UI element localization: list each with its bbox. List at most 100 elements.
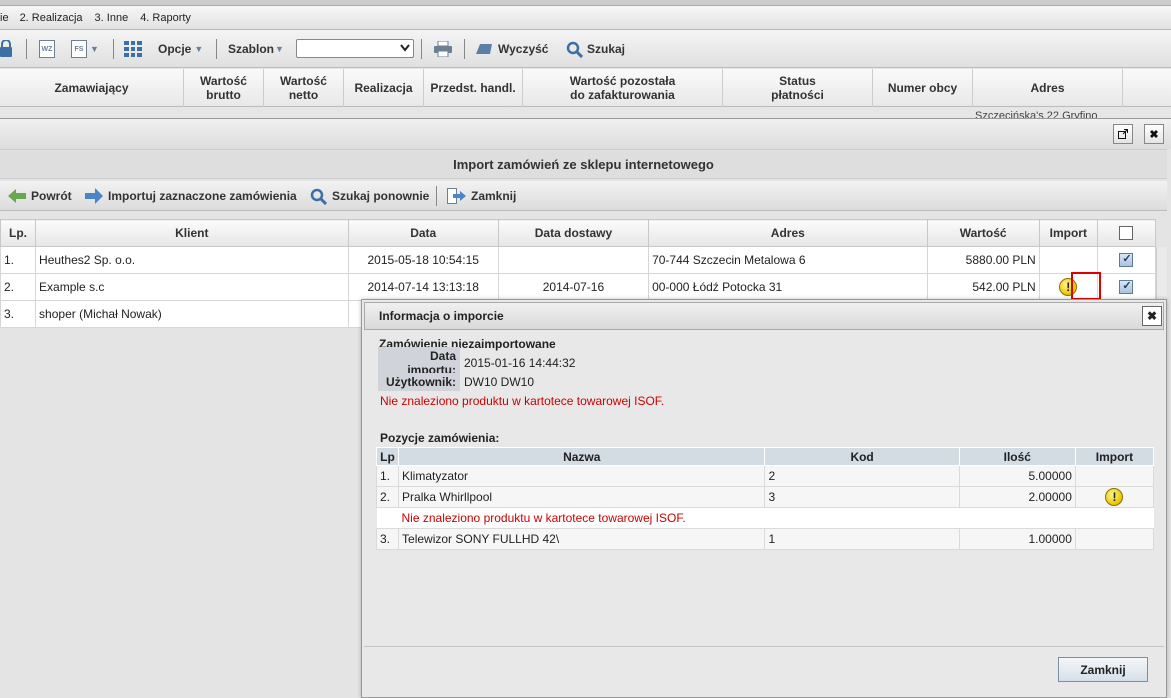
select-all-checkbox[interactable]	[1119, 226, 1134, 240]
dialog-close-action-button[interactable]: Zamknij	[1058, 657, 1148, 682]
menu-bar: ie 2. Realizacja 3. Inne 4. Raporty	[0, 6, 1171, 30]
szablon-label: Szablon	[228, 42, 275, 56]
menu-item-inne[interactable]: 3. Inne	[95, 12, 129, 24]
warning-icon[interactable]: !	[1105, 488, 1124, 506]
column-header-data-dostawy[interactable]: Data dostawy	[497, 219, 650, 247]
pos-header-import: Import	[1074, 447, 1155, 466]
column-header-numer-obcy[interactable]: Numer obcy	[873, 69, 973, 107]
column-header-realizacja[interactable]: Realizacja	[344, 69, 424, 107]
fs-document-button[interactable]: FS ▼	[71, 30, 99, 68]
pos-qty: 5.00000	[958, 465, 1076, 487]
pos-code: 1	[764, 528, 960, 550]
toolbar-separator	[464, 39, 465, 59]
select-all-cell	[1096, 219, 1157, 247]
dialog-close-button[interactable]: ✖	[1142, 306, 1162, 326]
search-label: Szukaj	[587, 42, 626, 56]
clear-button[interactable]: Wyczyść	[476, 30, 548, 68]
position-row: 2. Pralka Whirllpool 3 2.00000 !	[375, 486, 1155, 508]
import-date-value: 2015-01-16 14:44:32	[464, 356, 576, 370]
panel-titlebar: ✖	[0, 119, 1171, 149]
arrow-left-icon	[8, 189, 26, 203]
opcje-button[interactable]: Opcje ▼	[124, 30, 203, 68]
close-icon: ✖	[1146, 309, 1158, 323]
menu-item-raporty[interactable]: 4. Raporty	[140, 12, 191, 24]
row-lp: 2.	[0, 273, 37, 301]
column-header-import[interactable]: Import	[1038, 219, 1098, 247]
toolbar-separator	[113, 39, 114, 59]
orders-table-header: Zamawiający Wartość brutto Wartość netto…	[0, 69, 1171, 107]
pos-name: Telewizor SONY FULLHD 42\	[398, 528, 766, 550]
column-header-wartosc[interactable]: Wartość	[926, 219, 1040, 247]
szablon-button[interactable]: Szablon ▼	[228, 30, 284, 68]
row-lp: 3.	[0, 300, 37, 328]
import-selected-label: Importuj zaznaczone zamówienia	[108, 189, 297, 203]
panel-title: Import zamówień ze sklepu internetowego	[0, 149, 1167, 179]
row-address: 00-000 Łódź Potocka 31	[648, 273, 928, 301]
print-button[interactable]	[434, 30, 452, 68]
menu-item-realizacja[interactable]: 2. Realizacja	[20, 12, 83, 24]
position-row: 1. Klimatyzator 2 5.00000	[375, 465, 1155, 487]
user-value: DW10 DW10	[464, 375, 535, 389]
column-header-adres[interactable]: Adres	[973, 69, 1123, 107]
column-header-przedst-handl[interactable]: Przedst. handl.	[424, 69, 523, 107]
table-row[interactable]: 1. Heuthes2 Sp. o.o. 2015-05-18 10:54:15…	[0, 246, 1157, 274]
import-error-message: Nie znaleziono produktu w kartotece towa…	[380, 394, 665, 408]
column-header-data[interactable]: Data	[347, 219, 499, 247]
column-header-lp[interactable]: Lp.	[0, 219, 37, 247]
column-header-adres[interactable]: Adres	[648, 219, 928, 247]
highlight-box	[1071, 272, 1101, 300]
menu-item-1[interactable]: ie	[0, 12, 9, 24]
pos-header-ilosc: Ilość	[958, 447, 1076, 466]
row-date: 2015-05-18 10:54:15	[347, 246, 499, 274]
pos-import	[1074, 465, 1155, 487]
lock-icon[interactable]	[0, 30, 12, 68]
panel-close-action[interactable]: Zamknij	[447, 181, 516, 211]
search-button[interactable]: Szukaj	[566, 30, 625, 68]
column-header-zamawiajacy[interactable]: Zamawiający	[0, 69, 184, 107]
import-selected-button[interactable]: Importuj zaznaczone zamówienia	[85, 181, 297, 211]
pos-lp: 3.	[375, 528, 400, 550]
wz-document-icon: WZ	[39, 40, 55, 58]
row-value: 542.00 PLN	[926, 273, 1040, 301]
row-import-status	[1038, 246, 1098, 274]
position-error-message: Nie znaleziono produktu w kartotece towa…	[398, 507, 1154, 529]
chevron-down-icon	[400, 44, 410, 52]
pos-qty: 2.00000	[958, 486, 1076, 508]
chevron-down-icon: ▼	[90, 44, 99, 54]
row-lp: 1.	[0, 246, 37, 274]
position-error-row: Nie znaleziono produktu w kartotece towa…	[376, 507, 1154, 529]
import-date-row: Data importu: 2015-01-16 14:44:32	[378, 347, 576, 379]
column-header-status-platnosci[interactable]: Status płatności	[723, 69, 873, 107]
eraser-icon	[476, 44, 492, 54]
row-checkbox[interactable]	[1119, 252, 1134, 267]
toolbar-separator	[216, 39, 217, 59]
column-header-wartosc-pozostala[interactable]: Wartość pozostała do zafakturowania	[523, 69, 723, 107]
row-client: Example s.c	[35, 273, 349, 301]
user-row: Użytkownik: DW10 DW10	[378, 373, 534, 391]
panel-close-button[interactable]: ✖	[1144, 124, 1164, 144]
back-button[interactable]: Powrót	[8, 181, 72, 211]
arrow-right-icon	[85, 188, 103, 204]
chevron-down-icon: ▼	[275, 44, 284, 54]
vertical-scrollbar[interactable]	[1156, 247, 1167, 299]
pos-qty: 1.00000	[958, 528, 1076, 550]
main-toolbar: WZ FS ▼ Opcje ▼ Szablon ▼ Wyczyść Szukaj	[0, 30, 1171, 68]
row-select-cell	[1096, 246, 1157, 274]
template-select[interactable]	[296, 39, 414, 58]
popout-button[interactable]	[1113, 124, 1133, 144]
column-header-klient[interactable]: Klient	[35, 219, 349, 247]
row-date: 2014-07-14 13:13:18	[347, 273, 499, 301]
clear-label: Wyczyść	[498, 42, 549, 56]
table-row[interactable]: 2. Example s.c 2014-07-14 13:13:18 2014-…	[0, 273, 1157, 301]
chevron-down-icon: ▼	[194, 44, 204, 54]
row-delivery: 2014-07-16	[497, 273, 650, 301]
row-checkbox[interactable]	[1119, 279, 1134, 294]
row-select-cell	[1096, 273, 1157, 301]
pos-header-nazwa: Nazwa	[398, 447, 766, 466]
wz-document-button[interactable]: WZ	[39, 30, 55, 68]
column-header-wartosc-netto[interactable]: Wartość netto	[264, 69, 344, 107]
position-row: 3. Telewizor SONY FULLHD 42\ 1 1.00000	[375, 528, 1155, 550]
column-header-wartosc-brutto[interactable]: Wartość brutto	[184, 69, 264, 107]
pos-code: 2	[764, 465, 960, 487]
search-again-button[interactable]: Szukaj ponownie	[310, 181, 429, 211]
